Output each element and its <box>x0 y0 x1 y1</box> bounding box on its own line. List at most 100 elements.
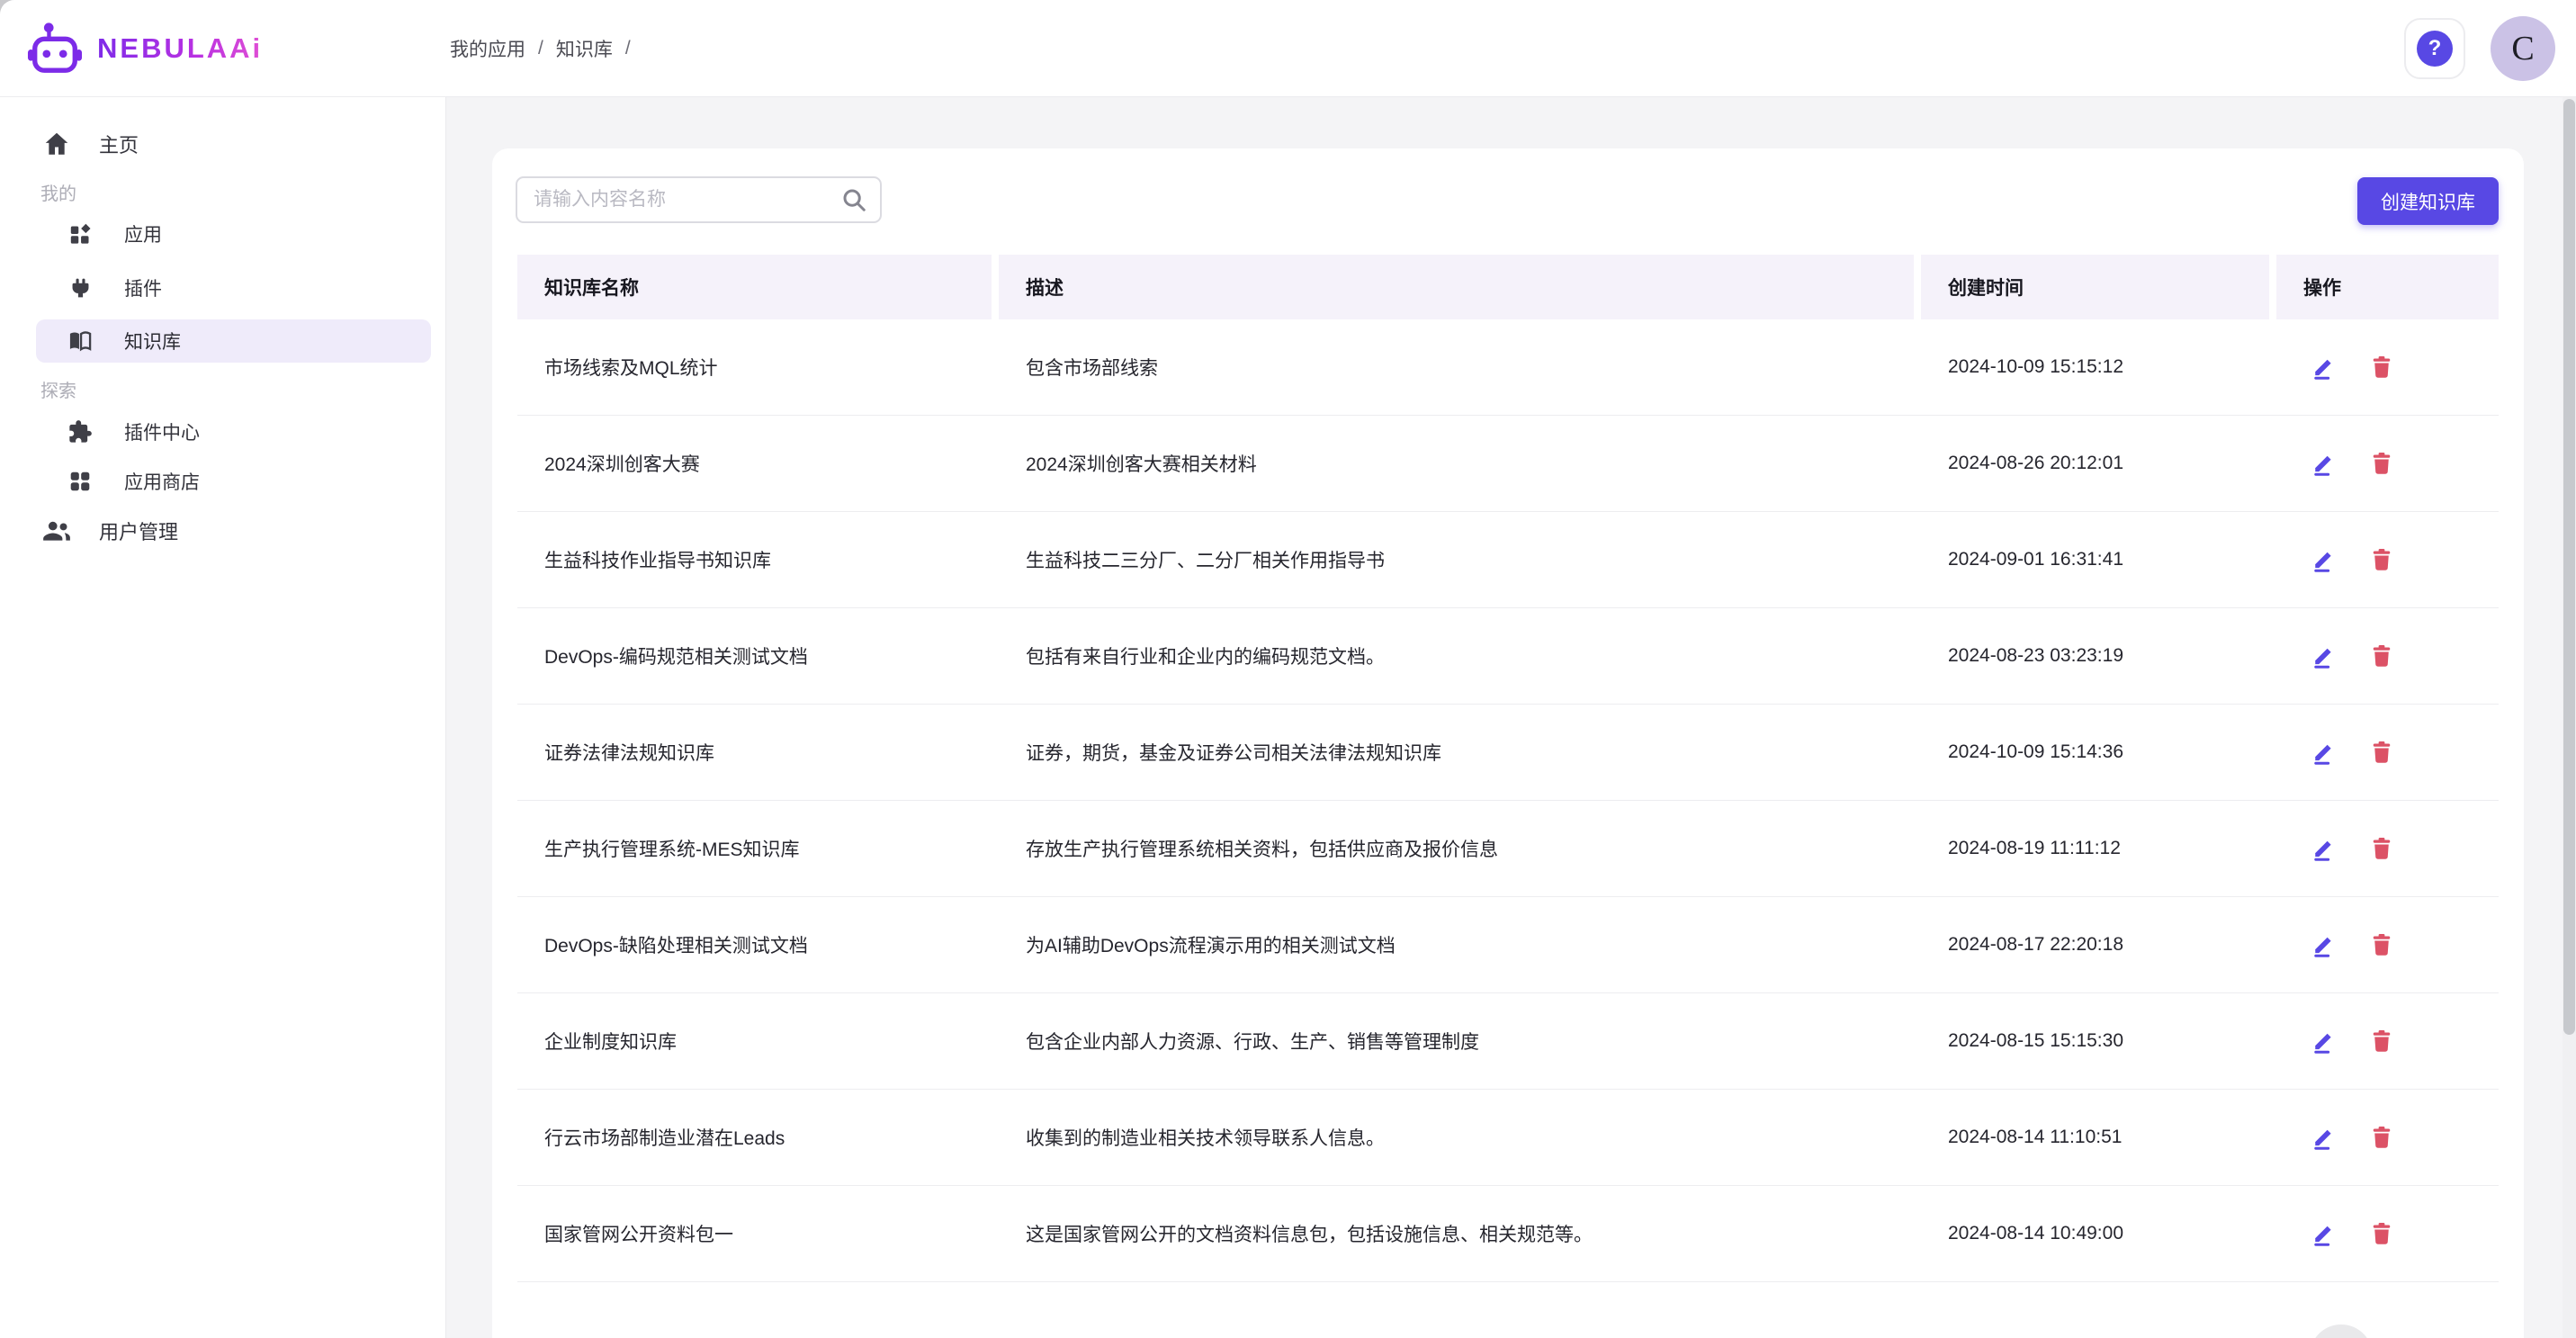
search-icon[interactable] <box>840 186 867 213</box>
delete-icon[interactable] <box>2368 546 2395 573</box>
kb-name: 企业制度知识库 <box>517 1028 999 1055</box>
column-header-created: 创建时间 <box>1921 255 2269 319</box>
delete-icon[interactable] <box>2368 1220 2395 1247</box>
column-header-description: 描述 <box>999 255 1914 319</box>
table-row[interactable]: 市场线索及MQL统计 包含市场部线索 2024-10-09 15:15:12 <box>517 319 2499 416</box>
sidebar-section-explore: 探索 <box>0 373 445 404</box>
table-row[interactable]: 生产执行管理系统-MES知识库 存放生产执行管理系统相关资料，包括供应商及报价信… <box>517 801 2499 897</box>
search-input[interactable] <box>517 189 840 211</box>
breadcrumb-separator: / <box>538 38 543 59</box>
question-icon: ? <box>2417 31 2453 67</box>
column-header-name: 知识库名称 <box>517 255 992 319</box>
kb-name: 2024深圳创客大赛 <box>517 450 999 477</box>
sidebar-item-label: 用户管理 <box>99 516 178 545</box>
column-header-actions: 操作 <box>2276 255 2499 319</box>
kb-name: 证券法律法规知识库 <box>517 739 999 766</box>
table-row[interactable]: 行云市场部制造业潜在Leads 收集到的制造业相关技术领导联系人信息。 2024… <box>517 1090 2499 1186</box>
app-title: NEBULAAi <box>97 32 263 65</box>
apps-icon <box>67 222 93 247</box>
kb-created-time: 2024-08-26 20:12:01 <box>1921 453 2276 474</box>
kb-name: DevOps-缺陷处理相关测试文档 <box>517 931 999 958</box>
sidebar-item-plugins[interactable]: 插件 <box>0 265 445 311</box>
kb-created-time: 2024-08-14 10:49:00 <box>1921 1223 2276 1244</box>
kb-name: 生益科技作业指导书知识库 <box>517 546 999 573</box>
kb-created-time: 2024-08-15 15:15:30 <box>1921 1030 2276 1052</box>
kb-created-time: 2024-08-17 22:20:18 <box>1921 934 2276 956</box>
delete-icon[interactable] <box>2368 1028 2395 1055</box>
edit-icon[interactable] <box>2311 835 2338 862</box>
store-icon <box>67 470 93 493</box>
delete-icon[interactable] <box>2368 835 2395 862</box>
breadcrumb-my-apps[interactable]: 我的应用 <box>450 35 525 62</box>
sidebar-item-label: 应用商店 <box>124 468 200 495</box>
edit-icon[interactable] <box>2311 1220 2338 1247</box>
kb-description: 包含市场部线索 <box>999 354 1921 381</box>
kb-created-time: 2024-10-09 15:14:36 <box>1921 741 2276 763</box>
delete-icon[interactable] <box>2368 931 2395 958</box>
kb-name: 国家管网公开资料包一 <box>517 1220 999 1247</box>
table-row[interactable]: 生益科技作业指导书知识库 生益科技二三分厂、二分厂相关作用指导书 2024-09… <box>517 512 2499 608</box>
content-card: 创建知识库 知识库名称 描述 创建时间 操作 市场线索及MQL统计 包含市场部线… <box>492 148 2524 1338</box>
app-logo[interactable]: NEBULAAi <box>27 0 263 97</box>
kb-description: 为AI辅助DevOps流程演示用的相关测试文档 <box>999 931 1921 958</box>
delete-icon[interactable] <box>2368 450 2395 477</box>
kb-created-time: 2024-08-14 11:10:51 <box>1921 1127 2276 1148</box>
knowledge-base-table: 知识库名称 描述 创建时间 操作 市场线索及MQL统计 包含市场部线索 2024… <box>517 255 2499 1282</box>
user-avatar[interactable]: C <box>2491 16 2555 81</box>
table-row[interactable]: 国家管网公开资料包一 这是国家管网公开的文档资料信息包，包括设施信息、相关规范等… <box>517 1186 2499 1282</box>
sidebar-item-label: 应用 <box>124 220 162 247</box>
app-window: NEBULAAi 我的应用 / 知识库 / ? C 主页 我的 <box>0 0 2576 1338</box>
delete-icon[interactable] <box>2368 739 2395 766</box>
kb-description: 包含企业内部人力资源、行政、生产、销售等管理制度 <box>999 1028 1921 1055</box>
sidebar-item-knowledge-base[interactable]: 知识库 <box>36 319 431 363</box>
edit-icon[interactable] <box>2311 1124 2338 1151</box>
kb-created-time: 2024-08-19 11:11:12 <box>1921 838 2276 859</box>
kb-description: 包括有来自行业和企业内的编码规范文档。 <box>999 642 1921 669</box>
puzzle-icon <box>67 419 93 445</box>
edit-icon[interactable] <box>2311 450 2338 477</box>
sidebar-item-home[interactable]: 主页 <box>0 119 445 169</box>
sidebar-section-my: 我的 <box>0 176 445 207</box>
table-row[interactable]: DevOps-缺陷处理相关测试文档 为AI辅助DevOps流程演示用的相关测试文… <box>517 897 2499 993</box>
top-header: NEBULAAi 我的应用 / 知识库 / ? C <box>0 0 2576 97</box>
table-row[interactable]: DevOps-编码规范相关测试文档 包括有来自行业和企业内的编码规范文档。 20… <box>517 608 2499 705</box>
delete-icon[interactable] <box>2368 642 2395 669</box>
sidebar-item-app-store[interactable]: 应用商店 <box>0 458 445 505</box>
delete-icon[interactable] <box>2368 1124 2395 1151</box>
sidebar-item-user-management[interactable]: 用户管理 <box>0 506 445 556</box>
kb-created-time: 2024-09-01 16:31:41 <box>1921 549 2276 570</box>
home-icon <box>41 130 72 158</box>
edit-icon[interactable] <box>2311 642 2338 669</box>
edit-icon[interactable] <box>2311 739 2338 766</box>
scrollbar-track <box>2563 97 2576 1338</box>
table-row[interactable]: 证券法律法规知识库 证券，期货，基金及证券公司相关法律法规知识库 2024-10… <box>517 705 2499 801</box>
create-knowledge-base-button[interactable]: 创建知识库 <box>2357 177 2499 225</box>
delete-icon[interactable] <box>2368 354 2395 381</box>
sidebar-item-label: 主页 <box>99 130 139 158</box>
robot-logo-icon <box>27 21 83 76</box>
sidebar-item-plugin-center[interactable]: 插件中心 <box>0 409 445 455</box>
kb-description: 证券，期货，基金及证券公司相关法律法规知识库 <box>999 739 1921 766</box>
edit-icon[interactable] <box>2311 354 2338 381</box>
kb-description: 这是国家管网公开的文档资料信息包，包括设施信息、相关规范等。 <box>999 1220 1921 1247</box>
kb-description: 收集到的制造业相关技术领导联系人信息。 <box>999 1124 1921 1151</box>
breadcrumb-separator: / <box>625 38 631 59</box>
help-button[interactable]: ? <box>2404 18 2465 79</box>
kb-description: 生益科技二三分厂、二分厂相关作用指导书 <box>999 546 1921 573</box>
kb-created-time: 2024-10-09 15:15:12 <box>1921 356 2276 378</box>
edit-icon[interactable] <box>2311 931 2338 958</box>
breadcrumb-knowledge-base[interactable]: 知识库 <box>556 35 613 62</box>
sidebar-item-label: 知识库 <box>124 328 181 355</box>
table-row[interactable]: 2024深圳创客大赛 2024深圳创客大赛相关材料 2024-08-26 20:… <box>517 416 2499 512</box>
sidebar-item-label: 插件 <box>124 274 162 301</box>
edit-icon[interactable] <box>2311 546 2338 573</box>
kb-description: 存放生产执行管理系统相关资料，包括供应商及报价信息 <box>999 835 1921 862</box>
kb-created-time: 2024-08-23 03:23:19 <box>1921 645 2276 667</box>
scrollbar-thumb[interactable] <box>2563 99 2575 1035</box>
edit-icon[interactable] <box>2311 1028 2338 1055</box>
sidebar-item-apps[interactable]: 应用 <box>0 211 445 257</box>
kb-name: 行云市场部制造业潜在Leads <box>517 1124 999 1151</box>
table-row[interactable]: 企业制度知识库 包含企业内部人力资源、行政、生产、销售等管理制度 2024-08… <box>517 993 2499 1090</box>
kb-name: 市场线索及MQL统计 <box>517 354 999 381</box>
sidebar-item-label: 插件中心 <box>124 418 200 445</box>
